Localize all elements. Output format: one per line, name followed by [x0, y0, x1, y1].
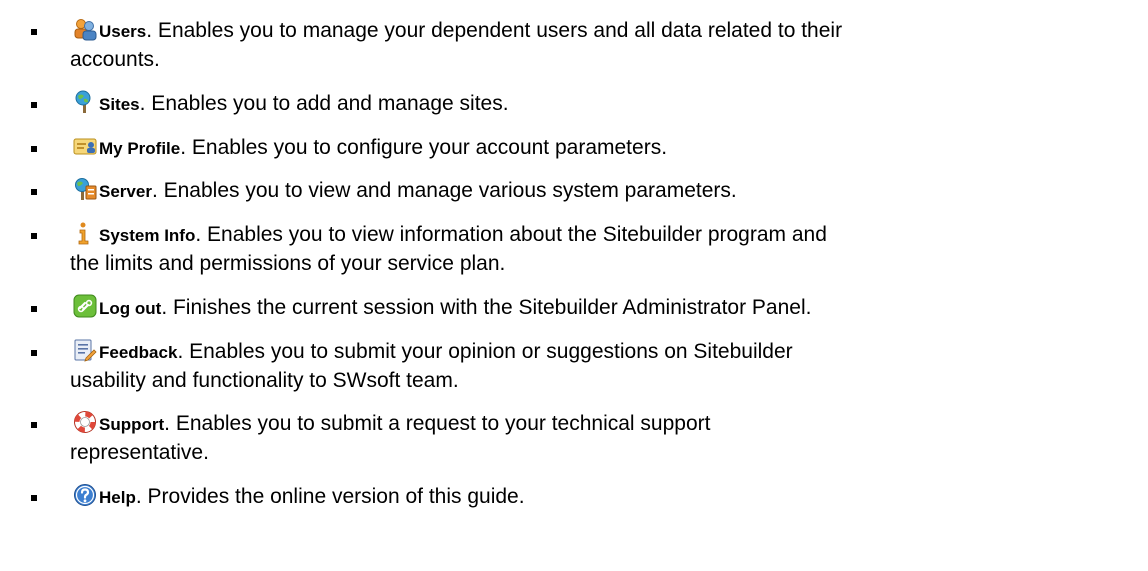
- item-description: . Enables you to view information about …: [195, 223, 827, 246]
- item-name: Sites: [99, 95, 140, 114]
- item-description-continued: usability and functionality to SWsoft te…: [70, 369, 459, 392]
- item-description: . Finishes the current session with the …: [161, 296, 812, 319]
- item-text: Server. Enables you to view and manage v…: [99, 176, 737, 206]
- my-profile-icon: [73, 134, 97, 158]
- item-name: Support: [99, 415, 165, 434]
- item-description: . Enables you to submit a request to you…: [164, 412, 711, 435]
- item-text: Feedback. Enables you to submit your opi…: [99, 337, 793, 367]
- help-icon: [73, 483, 97, 507]
- bullet-marker: [31, 495, 37, 501]
- bullet-marker: [31, 306, 37, 312]
- users-icon: [73, 17, 97, 41]
- item-name: Help: [99, 488, 136, 507]
- item-name: My Profile: [99, 139, 181, 158]
- item-name: Log out: [99, 299, 162, 318]
- item-text: Sites. Enables you to add and manage sit…: [99, 89, 509, 119]
- item-description: . Provides the online version of this gu…: [135, 485, 525, 508]
- item-description: . Enables you to view and manage various…: [151, 179, 737, 202]
- item-description: . Enables you to submit your opinion or …: [177, 340, 793, 363]
- item-name: Server: [99, 182, 152, 201]
- item-text: System Info. Enables you to view informa…: [99, 220, 827, 250]
- item-text: My Profile. Enables you to configure you…: [99, 133, 667, 163]
- item-name: System Info: [99, 226, 196, 245]
- item-text: Users. Enables you to manage your depend…: [99, 16, 842, 46]
- item-name: Feedback: [99, 343, 178, 362]
- item-name: Users: [99, 22, 147, 41]
- item-description: . Enables you to add and manage sites.: [139, 92, 509, 115]
- bullet-marker: [31, 350, 37, 356]
- bullet-marker: [31, 422, 37, 428]
- support-icon: [73, 410, 97, 434]
- feedback-icon: [73, 338, 97, 362]
- item-text: Log out. Finishes the current session wi…: [99, 293, 811, 323]
- bullet-marker: [31, 233, 37, 239]
- sites-icon: [73, 90, 97, 114]
- server-icon: [73, 177, 97, 201]
- item-text: Help. Provides the online version of thi…: [99, 482, 525, 512]
- bullet-marker: [31, 146, 37, 152]
- item-description: . Enables you to configure your account …: [180, 136, 668, 159]
- bullet-marker: [31, 29, 37, 35]
- log-out-icon: [73, 294, 97, 318]
- item-description-continued: the limits and permissions of your servi…: [70, 252, 506, 275]
- system-info-icon: [73, 221, 97, 245]
- item-description-continued: accounts.: [70, 48, 160, 71]
- item-text: Support. Enables you to submit a request…: [99, 409, 710, 439]
- item-description-continued: representative.: [70, 441, 209, 464]
- bullet-marker: [31, 189, 37, 195]
- item-description: . Enables you to manage your dependent u…: [146, 19, 843, 42]
- bullet-marker: [31, 102, 37, 108]
